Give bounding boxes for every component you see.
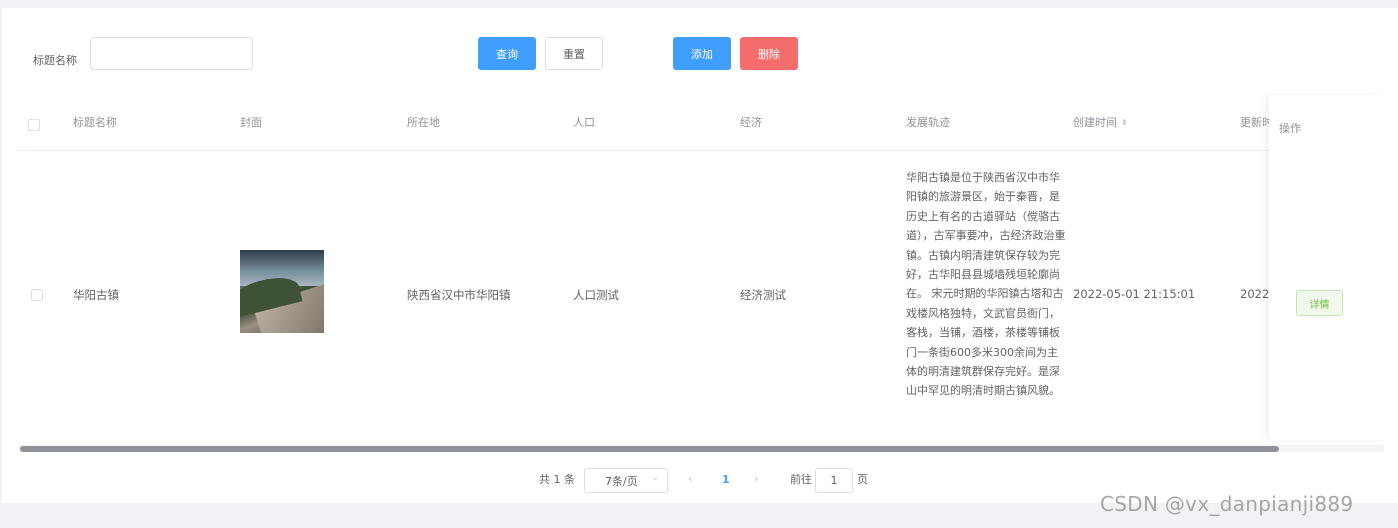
table-header: 标题名称 封面 所在地 人口 经济 发展轨迹 创建时间 ⬍ 更新时间 <box>18 106 1384 151</box>
column-header-cover: 封面 <box>240 116 262 129</box>
column-header-economy: 经济 <box>740 116 762 129</box>
pagination-page-suffix: 页 <box>857 473 868 486</box>
table-body: 华阳古镇 陕西省汉中市华阳镇 人口测试 经济测试 华阳古镇是位于陕西省汉中市华阳… <box>18 151 1384 439</box>
cell-economy: 经济测试 <box>740 288 786 302</box>
column-header-action: 操作 <box>1279 122 1301 135</box>
search-input[interactable] <box>90 37 253 70</box>
cell-created-at: 2022-05-01 21:15:01 <box>1073 287 1196 301</box>
delete-button[interactable]: 删除 <box>740 37 798 70</box>
row-checkbox[interactable] <box>31 289 43 301</box>
cell-population: 人口测试 <box>573 288 619 302</box>
reset-button[interactable]: 重置 <box>545 37 603 70</box>
cell-location: 陕西省汉中市华阳镇 <box>407 288 511 302</box>
detail-button[interactable]: 详情 <box>1296 290 1343 316</box>
query-button[interactable]: 查询 <box>478 37 536 70</box>
cell-history: 华阳古镇是位于陕西省汉中市华阳镇的旅游景区，始于秦晋，是历史上有名的古道驿站（傥… <box>906 171 1066 398</box>
watermark: CSDN @vx_danpianji889 <box>1100 492 1354 516</box>
chevron-right-icon[interactable]: › <box>754 472 758 486</box>
chevron-down-icon: ⌄ <box>651 473 659 483</box>
created-at-label: 创建时间 <box>1073 116 1117 129</box>
column-header-title: 标题名称 <box>73 116 117 129</box>
top-strip <box>0 0 1398 8</box>
cell-title: 华阳古镇 <box>73 288 119 302</box>
search-label: 标题名称 <box>33 54 77 67</box>
cover-image[interactable] <box>240 250 324 333</box>
pagination-goto-label: 前往 <box>790 473 812 486</box>
horizontal-scrollbar-thumb[interactable] <box>20 446 1279 452</box>
column-header-history: 发展轨迹 <box>906 116 950 129</box>
add-button[interactable]: 添加 <box>673 37 731 70</box>
select-all-checkbox[interactable] <box>28 119 40 131</box>
sort-caret-icon[interactable]: ⬍ <box>1121 119 1128 127</box>
column-header-population: 人口 <box>573 116 595 129</box>
page-size-value: 7条/页 <box>605 474 638 488</box>
column-header-created-at[interactable]: 创建时间 ⬍ <box>1073 103 1128 143</box>
pagination-total: 共 1 条 <box>539 473 575 486</box>
pagination-goto-input[interactable] <box>815 468 853 493</box>
chevron-left-icon[interactable]: ‹ <box>688 472 692 486</box>
column-header-location: 所在地 <box>407 116 440 129</box>
fixed-action-column: 操作 <box>1269 95 1384 440</box>
page-size-select[interactable]: 7条/页 ⌄ <box>584 468 668 493</box>
pagination-page-1[interactable]: 1 <box>722 473 730 487</box>
content-card: 标题名称 查询 重置 添加 删除 标题名称 封面 所在地 人口 经济 发展轨迹 … <box>2 8 1398 503</box>
